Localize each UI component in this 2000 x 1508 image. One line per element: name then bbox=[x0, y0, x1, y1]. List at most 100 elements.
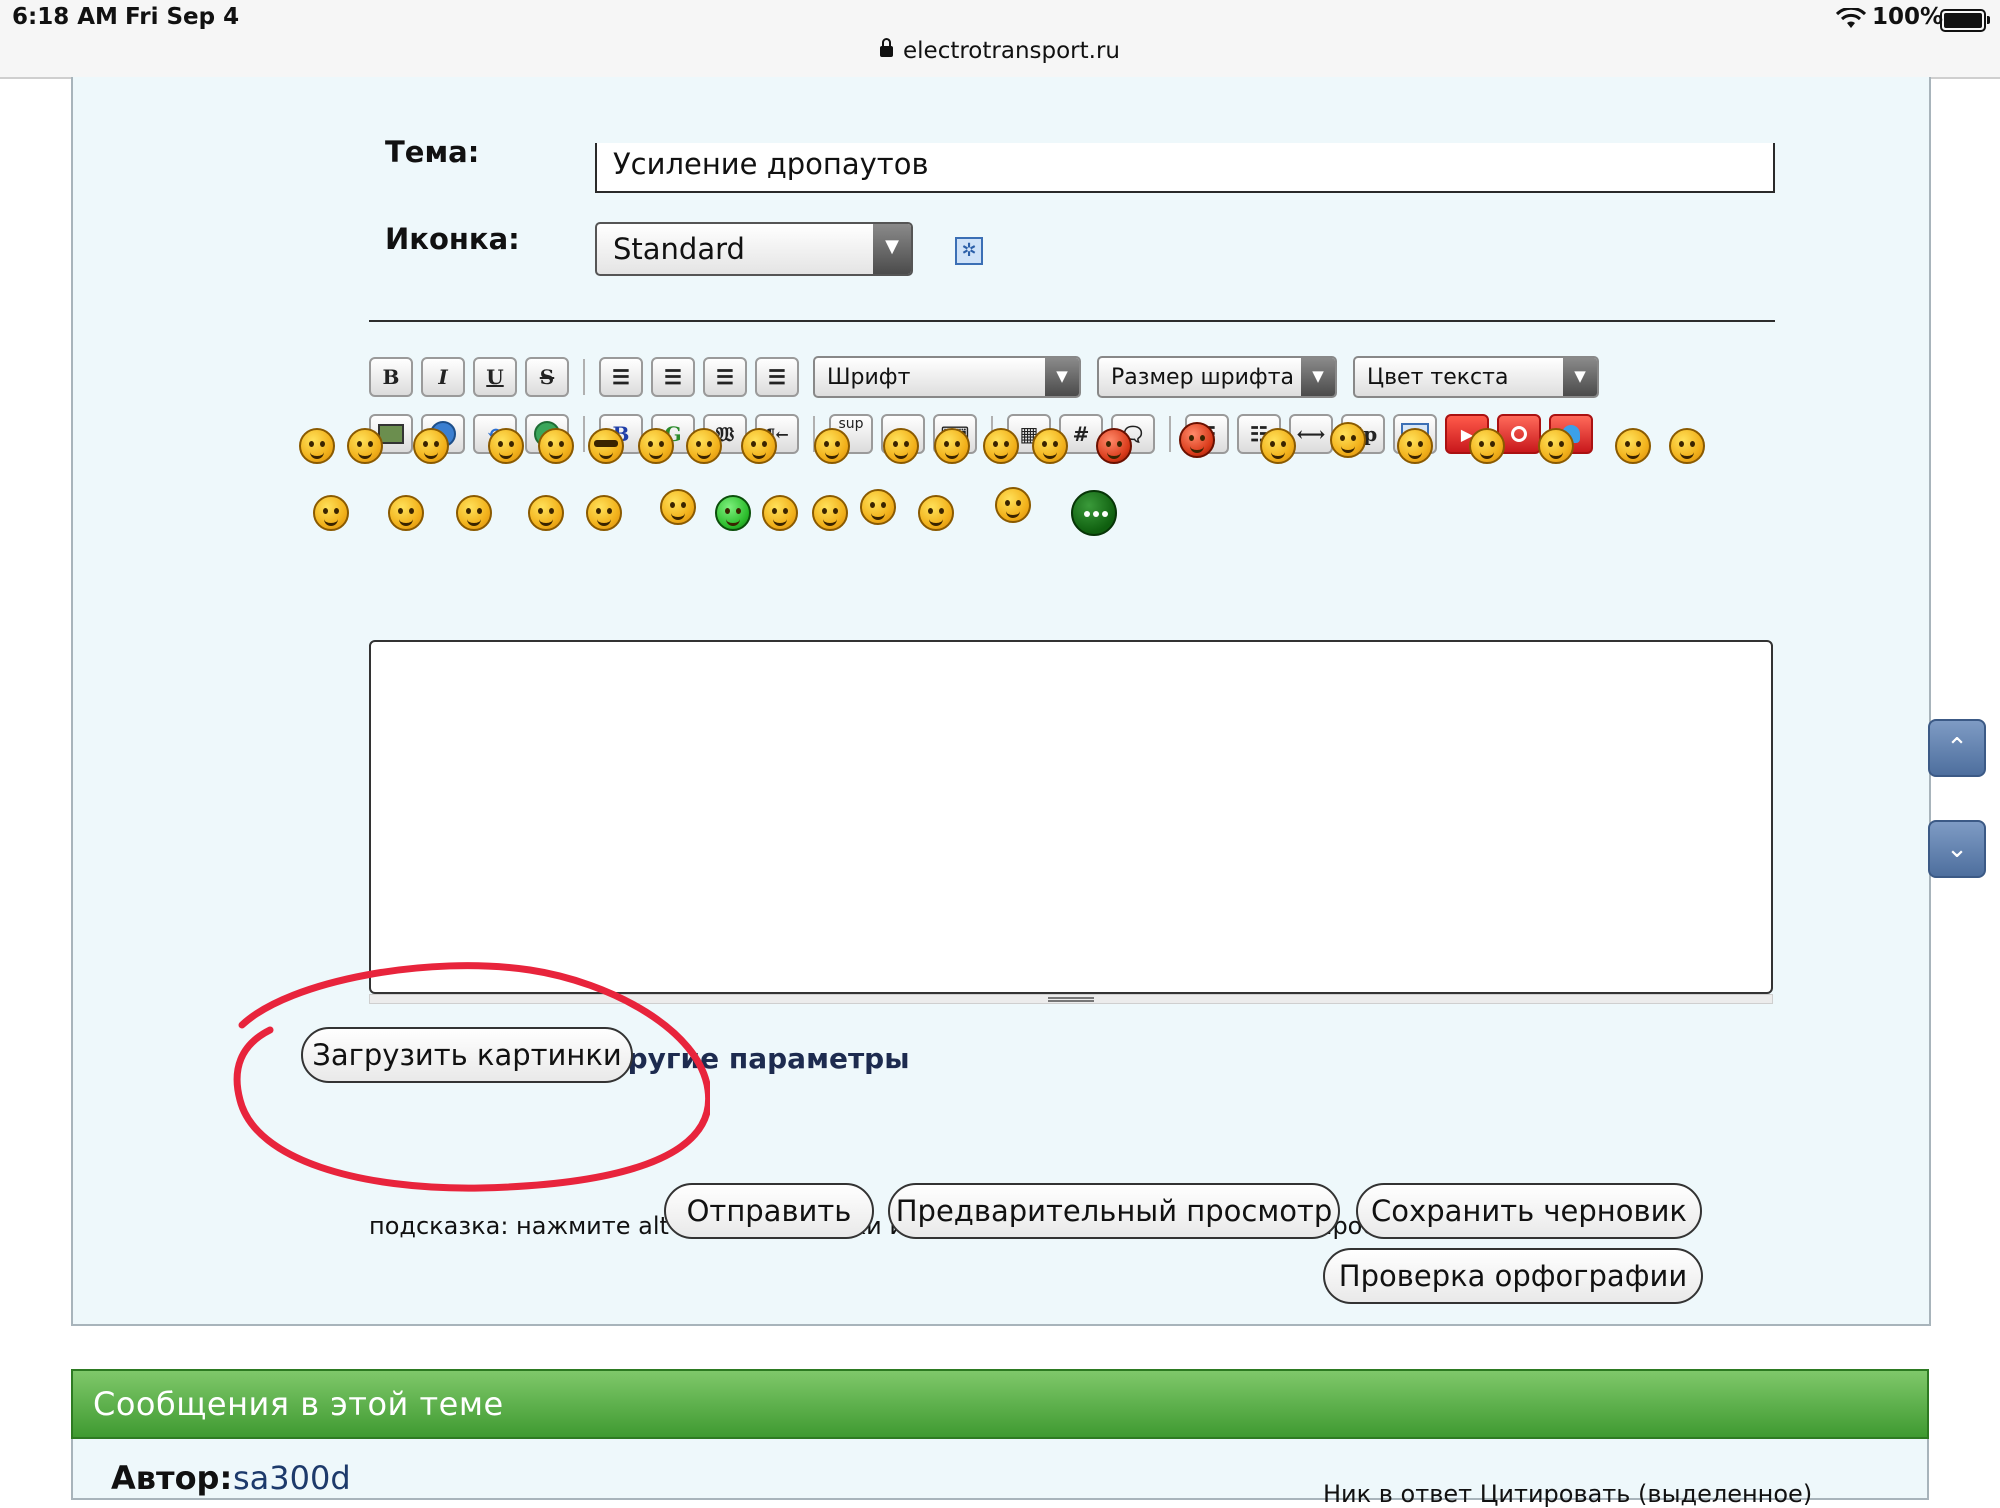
bold-button[interactable]: B bbox=[369, 357, 413, 397]
battery-percent: 100% bbox=[1872, 4, 1944, 30]
topic-messages-title: Сообщения в этой теме bbox=[93, 1385, 504, 1423]
smiley-icon[interactable] bbox=[1669, 428, 1705, 464]
scroll-down-button[interactable]: ⌄ bbox=[1928, 820, 1986, 878]
message-editor[interactable] bbox=[369, 640, 1773, 994]
meh-smiley-icon[interactable] bbox=[1397, 428, 1433, 464]
font-select-value: Шрифт bbox=[827, 365, 911, 390]
search-icon bbox=[1511, 426, 1527, 442]
confused-smiley-icon[interactable] bbox=[638, 428, 674, 464]
green-smiley-icon[interactable] bbox=[715, 495, 751, 531]
chevron-down-icon: ▼ bbox=[1301, 358, 1335, 396]
divider bbox=[369, 320, 1775, 322]
chevron-down-icon: ▼ bbox=[1045, 358, 1079, 396]
subject-label: Тема: bbox=[385, 135, 480, 169]
scared-smiley-icon[interactable] bbox=[1538, 428, 1574, 464]
underline-button[interactable]: U bbox=[473, 357, 517, 397]
devil-smiley-icon[interactable] bbox=[1179, 422, 1215, 458]
smiley-icon[interactable] bbox=[299, 428, 335, 464]
text-color-select-value: Цвет текста bbox=[1367, 365, 1509, 390]
toolbar-separator bbox=[583, 359, 585, 395]
align-center-icon: ☰ bbox=[716, 365, 734, 389]
save-draft-button[interactable]: Сохранить черновик bbox=[1356, 1183, 1702, 1239]
preview-button[interactable]: Предварительный просмотр bbox=[888, 1183, 1340, 1239]
cool-smiley-icon[interactable] bbox=[588, 428, 624, 464]
horizontal-rule-icon: ⟷ bbox=[1296, 422, 1326, 446]
laugh-smiley-icon[interactable] bbox=[528, 495, 564, 531]
strikethrough-button[interactable]: S bbox=[525, 357, 569, 397]
toolbar-separator bbox=[583, 416, 585, 452]
text-color-select[interactable]: Цвет текста ▼ bbox=[1353, 356, 1599, 398]
font-select[interactable]: Шрифт ▼ bbox=[813, 356, 1081, 398]
smiley-icon[interactable] bbox=[488, 428, 524, 464]
address-bar[interactable]: electrotransport.ru bbox=[0, 38, 2000, 64]
font-size-select-value: Размер шрифта bbox=[1111, 365, 1295, 390]
thumbsup-smiley-icon[interactable] bbox=[586, 495, 622, 531]
hash-icon: # bbox=[1072, 422, 1090, 446]
red-annotation-circle bbox=[233, 962, 710, 1192]
wifi-icon bbox=[1836, 8, 1866, 28]
icon-label: Иконка: bbox=[385, 222, 520, 256]
justify-button[interactable]: ☰ bbox=[599, 357, 643, 397]
angry-red-smiley-icon[interactable] bbox=[1096, 428, 1132, 464]
toolbar-separator bbox=[1169, 416, 1171, 452]
subject-input[interactable]: Усиление дропаутов bbox=[595, 143, 1775, 193]
smiley-icon[interactable] bbox=[686, 428, 722, 464]
more-smilies-icon[interactable] bbox=[1071, 490, 1117, 536]
icon-select-value: Standard bbox=[613, 232, 745, 266]
chevron-down-icon: ▼ bbox=[1563, 358, 1597, 396]
smiley-icon[interactable] bbox=[934, 428, 970, 464]
horns-smiley-icon[interactable] bbox=[995, 487, 1031, 523]
chevron-down-icon: ⌄ bbox=[1946, 834, 1968, 864]
icon-select[interactable]: Standard ▼ bbox=[595, 222, 913, 276]
lick-smiley-icon[interactable] bbox=[1330, 422, 1366, 458]
align-center-button[interactable]: ☰ bbox=[703, 357, 747, 397]
message-author-panel: Автор: sa300d Ник в ответ Цитировать (вы… bbox=[71, 1439, 1929, 1508]
superscript-icon: sup bbox=[838, 416, 864, 432]
chevron-up-icon: ⌃ bbox=[1946, 733, 1968, 763]
smiley-icon[interactable] bbox=[347, 428, 383, 464]
smiley-icon[interactable] bbox=[456, 495, 492, 531]
lock-icon bbox=[880, 38, 893, 57]
crazy-smiley-icon[interactable] bbox=[860, 489, 896, 525]
facepalm-smiley-icon[interactable] bbox=[1032, 428, 1068, 464]
strikethrough-icon: S bbox=[539, 365, 555, 389]
chevron-down-icon: ▼ bbox=[873, 224, 911, 274]
author-label: Автор: bbox=[111, 1459, 233, 1497]
status-date: Fri Sep 4 bbox=[125, 4, 240, 30]
spellcheck-button[interactable]: Проверка орфографии bbox=[1323, 1248, 1703, 1304]
url-text: electrotransport.ru bbox=[903, 38, 1120, 64]
grin-smiley-icon[interactable] bbox=[538, 428, 574, 464]
smiley-icon[interactable] bbox=[883, 428, 919, 464]
italic-button[interactable]: I bbox=[421, 357, 465, 397]
wave-smiley-icon[interactable] bbox=[741, 428, 777, 464]
font-size-select[interactable]: Размер шрифта ▼ bbox=[1097, 356, 1337, 398]
align-right-button[interactable]: ☰ bbox=[755, 357, 799, 397]
battery-icon bbox=[1940, 9, 1990, 32]
italic-icon: I bbox=[438, 365, 448, 389]
fist-smiley-icon[interactable] bbox=[1260, 428, 1296, 464]
angry-smiley-icon[interactable] bbox=[1469, 428, 1505, 464]
bold-icon: B bbox=[382, 365, 400, 389]
flag-smiley-icon[interactable] bbox=[660, 489, 696, 525]
author-name-link[interactable]: sa300d bbox=[233, 1459, 351, 1497]
smiley-icon[interactable] bbox=[388, 495, 424, 531]
battery-fill bbox=[1944, 13, 1982, 28]
idea-smiley-icon[interactable] bbox=[918, 495, 954, 531]
smiley-icon[interactable] bbox=[413, 428, 449, 464]
laugh-smiley-icon[interactable] bbox=[812, 495, 848, 531]
align-right-icon: ☰ bbox=[768, 365, 786, 389]
post-icon-preview[interactable]: ✲ bbox=[955, 237, 983, 265]
meh-smiley-icon[interactable] bbox=[983, 428, 1019, 464]
status-bar: 6:18 AM Fri Sep 4 electrotransport.ru 10… bbox=[0, 0, 2000, 79]
headphones-smiley-icon[interactable] bbox=[1615, 428, 1651, 464]
smiley-icon[interactable] bbox=[313, 495, 349, 531]
scroll-up-button[interactable]: ⌃ bbox=[1928, 719, 1986, 777]
think-smiley-icon[interactable] bbox=[814, 428, 850, 464]
message-actions[interactable]: Ник в ответ Цитировать (выделенное) bbox=[1323, 1480, 1812, 1508]
status-time: 6:18 AM bbox=[12, 4, 118, 30]
shock-smiley-icon[interactable] bbox=[762, 495, 798, 531]
align-left-button[interactable]: ☰ bbox=[651, 357, 695, 397]
underline-icon: U bbox=[486, 365, 504, 389]
align-justify-icon: ☰ bbox=[612, 365, 630, 389]
align-left-icon: ☰ bbox=[664, 365, 682, 389]
